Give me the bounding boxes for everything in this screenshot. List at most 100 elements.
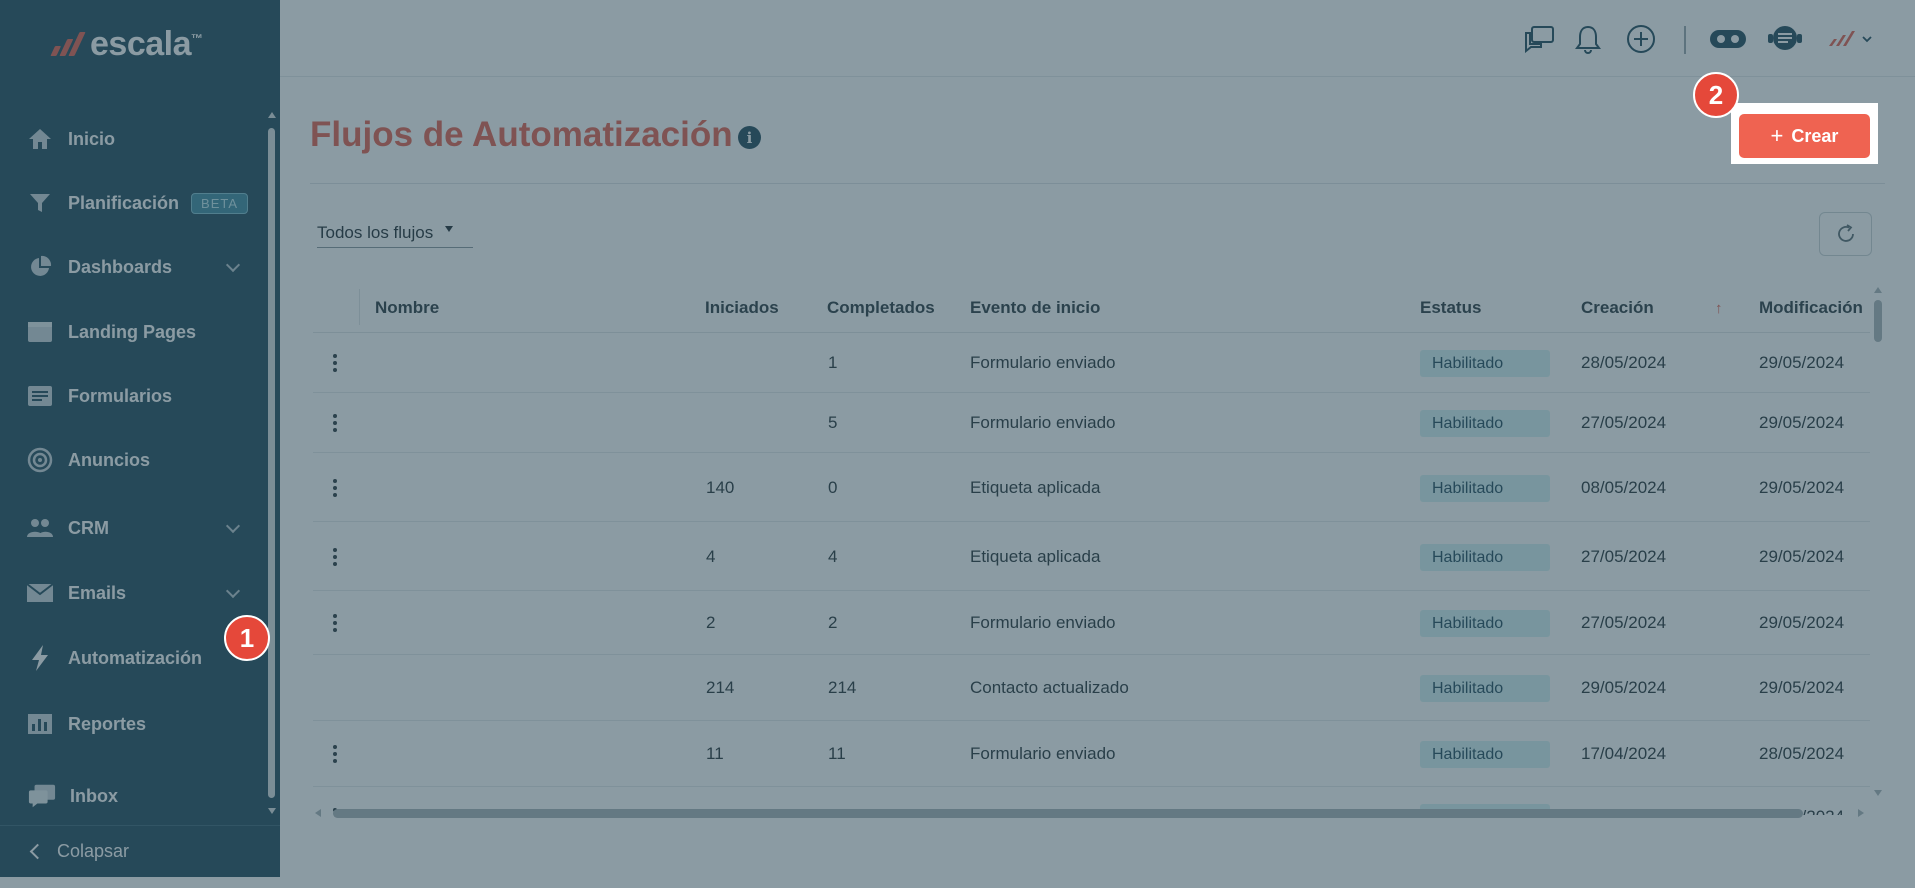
sidebar-item-crm[interactable]: CRM xyxy=(0,504,265,552)
sidebar-item-label: Inicio xyxy=(68,128,116,149)
info-icon[interactable]: i xyxy=(738,126,761,149)
sidebar-item-label: Automatización xyxy=(68,647,203,668)
column-header-evento[interactable]: Evento de inicio xyxy=(970,298,1100,318)
cell-completados: 11 xyxy=(828,744,846,763)
automation-flows-table: Nombre Iniciados Completados Evento de i… xyxy=(313,287,1870,815)
cell-completados: 4 xyxy=(828,547,838,566)
column-header-iniciados[interactable]: Iniciados xyxy=(705,298,779,318)
refresh-button[interactable] xyxy=(1819,212,1872,256)
cell-evento: Formulario enviado xyxy=(970,353,1116,372)
row-menu-icon[interactable] xyxy=(333,479,337,500)
cell-evento: Formulario enviado xyxy=(970,613,1116,632)
table-row[interactable]: 140 0 Etiqueta aplicada 08/05/2024 29/05/202… xyxy=(313,453,1870,522)
plus-circle-icon[interactable] xyxy=(1624,22,1658,56)
cell-completados: 0 xyxy=(828,478,838,497)
plus-icon: + xyxy=(1770,123,1784,148)
chevron-left-icon xyxy=(29,843,46,860)
cell-creacion: 17/04/2024 xyxy=(1581,744,1667,763)
cell-evento: Etiqueta aplicada xyxy=(970,478,1101,497)
row-menu-icon[interactable] xyxy=(333,414,337,435)
column-header-creacion[interactable]: Creación xyxy=(1581,298,1654,318)
sidebar-scrollbar[interactable] xyxy=(268,128,275,798)
flow-filter-select[interactable]: Todos los flujos xyxy=(317,218,473,248)
step-badge-2: 2 xyxy=(1693,72,1739,118)
sidebar-item-reportes[interactable]: Reportes xyxy=(0,700,265,748)
page-title: Flujos de Automatización xyxy=(310,115,733,154)
sidebar-item-label: Planificación xyxy=(68,192,180,213)
cell-modificacion: 29/05/2024 xyxy=(1759,547,1845,566)
sidebar-scroll-down-icon[interactable] xyxy=(268,808,276,814)
gamepad-icon[interactable] xyxy=(1708,22,1748,56)
table-scroll-up-icon[interactable] xyxy=(1874,287,1882,293)
collapse-sidebar-button[interactable]: Colapsar xyxy=(0,825,280,877)
sidebar-item-anuncios[interactable]: Anuncios xyxy=(0,436,265,484)
column-header-estatus[interactable]: Estatus xyxy=(1420,298,1481,318)
cell-iniciados: 11 xyxy=(706,744,724,763)
cell-iniciados: 2 xyxy=(706,613,716,632)
status-badge: Habilitado xyxy=(1420,675,1550,702)
target-icon xyxy=(26,447,54,473)
browser-window-icon xyxy=(26,319,54,345)
row-menu-icon[interactable] xyxy=(333,745,337,766)
column-header-nombre[interactable]: Nombre xyxy=(375,298,439,318)
row-menu-icon[interactable] xyxy=(333,548,337,569)
table-horizontal-scrollbar[interactable] xyxy=(333,809,1803,818)
table-scroll-left-icon[interactable] xyxy=(315,809,321,817)
cell-iniciados: 4 xyxy=(706,547,716,566)
sidebar-item-dashboards[interactable]: Dashboards xyxy=(0,243,265,291)
sidebar-item-formularios[interactable]: Formularios xyxy=(0,372,265,420)
filter-label: Todos los flujos xyxy=(317,222,434,242)
escala-logo[interactable]: escala™ xyxy=(50,24,203,64)
table-vertical-scrollbar[interactable] xyxy=(1874,300,1882,342)
table-row[interactable]: 5 Formulario enviado 27/05/2024 29/05/2024 H… xyxy=(313,393,1870,453)
table-row[interactable]: 2 2 Formulario enviado 27/05/2024 29/05/2024… xyxy=(313,591,1870,655)
account-menu[interactable] xyxy=(1825,22,1875,56)
status-badge: Habilitado xyxy=(1420,544,1550,571)
logo-mark-icon xyxy=(50,32,86,56)
cell-modificacion: 28/05/2024 xyxy=(1759,744,1845,763)
sidebar-item-label: Formularios xyxy=(68,385,173,406)
chevron-down-icon[interactable] xyxy=(225,518,241,534)
lightning-icon xyxy=(26,645,54,671)
refresh-icon xyxy=(1837,224,1854,242)
support-chat-icon[interactable] xyxy=(1765,22,1805,56)
cell-completados: 2 xyxy=(828,613,838,632)
table-scroll-down-icon[interactable] xyxy=(1874,790,1882,796)
chevron-down-icon[interactable] xyxy=(225,257,241,273)
status-badge: Habilitado xyxy=(1420,410,1550,437)
sidebar-item-label: CRM xyxy=(68,517,109,538)
cell-evento: Formulario enviado xyxy=(970,413,1116,432)
sort-ascending-icon[interactable]: ↑ xyxy=(1715,300,1723,317)
account-logo-icon xyxy=(1829,31,1872,46)
sidebar-item-emails[interactable]: Emails xyxy=(0,569,265,617)
create-flow-button[interactable]: + Crear xyxy=(1739,114,1870,158)
home-icon xyxy=(26,126,54,152)
row-menu-icon[interactable] xyxy=(333,614,337,635)
cell-creacion: 27/05/2024 xyxy=(1581,613,1667,632)
funnel-icon xyxy=(26,190,54,216)
bar-chart-icon xyxy=(26,711,54,737)
sidebar-scroll-up-icon[interactable] xyxy=(268,112,276,118)
table-row[interactable]: 4 4 Etiqueta aplicada 27/05/2024 29/05/2024 H… xyxy=(313,522,1870,591)
cell-creacion: 27/05/2024 xyxy=(1581,547,1667,566)
table-row[interactable]: 214 214 Contacto actualizado 29/05/2024 29/0… xyxy=(313,655,1870,721)
row-menu-icon[interactable] xyxy=(333,354,337,375)
sidebar: escala™ Inicio Planificación BETA Dashbo… xyxy=(0,0,280,877)
beta-badge: BETA xyxy=(191,192,249,214)
sidebar-item-inbox[interactable]: Inbox xyxy=(0,772,265,820)
column-header-modificacion[interactable]: Modificación xyxy=(1759,298,1863,318)
column-header-completados[interactable]: Completados xyxy=(827,298,935,318)
table-row[interactable]: 1 Formulario enviado 28/05/2024 29/05/2024 H… xyxy=(313,333,1870,393)
cell-modificacion: 29/05/2024 xyxy=(1759,613,1845,632)
sidebar-item-label: Inbox xyxy=(70,785,118,806)
sidebar-item-inicio[interactable]: Inicio xyxy=(0,115,265,163)
chevron-down-icon[interactable] xyxy=(225,583,241,599)
chat-icon[interactable] xyxy=(1522,22,1556,56)
sidebar-item-planificacion[interactable]: Planificación BETA xyxy=(0,179,265,227)
table-row[interactable]: 11 11 Formulario enviado 17/04/2024 28/05/20… xyxy=(313,721,1870,787)
cell-creacion: 27/05/2024 xyxy=(1581,413,1667,432)
sidebar-item-landing-pages[interactable]: Landing Pages xyxy=(0,308,265,356)
bell-icon[interactable] xyxy=(1571,22,1605,56)
table-scroll-right-icon[interactable] xyxy=(1858,809,1864,817)
cell-iniciados: 140 xyxy=(706,478,735,497)
